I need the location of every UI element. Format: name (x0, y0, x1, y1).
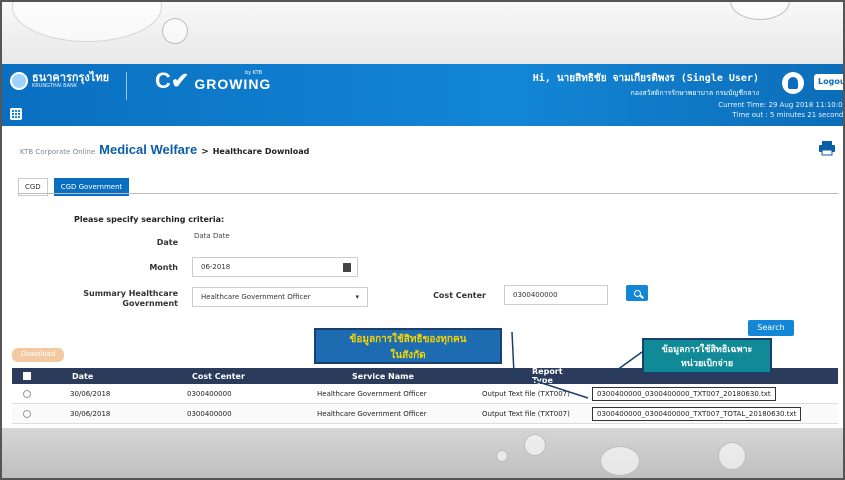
annotation-unit-only: ข้อมูลการใช้สิทธิเฉพาะ หน่วยเบิกจ่าย (642, 338, 772, 374)
select-all-checkbox[interactable] (23, 372, 31, 380)
screenshot-frame: ธนาคารกรุงไทย KRUNGTHAI BANK C✔ GROWING … (0, 0, 845, 480)
bubble-decoration (524, 434, 546, 456)
top-decorative-band (2, 2, 843, 64)
row-radio[interactable] (23, 409, 31, 418)
cell-report-type: Output Text file (TXT007) (482, 409, 570, 418)
breadcrumb: KTB Corporate Online Medical Welfare > H… (20, 142, 309, 157)
user-greeting: Hi, นายสิทธิชัย จามเกียรติพงร (Single Us… (532, 73, 759, 84)
avatar[interactable] (782, 72, 804, 94)
month-picker[interactable]: 06-2018 (192, 257, 358, 277)
bank-name: ธนาคารกรุงไทย (32, 72, 110, 84)
download-button[interactable]: Download (12, 348, 64, 362)
calendar-icon[interactable] (343, 263, 351, 272)
growing-mark-icon: C✔ (155, 68, 190, 93)
summary-select[interactable]: Healthcare Government Officer ▾ (192, 287, 368, 307)
cell-cost-center: 0300400000 (187, 389, 232, 398)
logout-button[interactable]: Logout (814, 74, 843, 90)
annotation-unit-only-line2: หน่วยเบิกจ่าย (680, 359, 734, 369)
table-row[interactable]: 30/06/2018 0300400000 Healthcare Governm… (12, 384, 838, 404)
cell-service: Healthcare Government Officer (317, 389, 427, 398)
time-out: Time out : 5 minutes 21 seconds (732, 111, 845, 119)
search-button[interactable]: Search (748, 320, 794, 336)
current-time: Current Time: 29 Aug 2018 11:10:03 (718, 101, 845, 109)
col-report-type: Report Type (532, 367, 563, 385)
bank-logo-icon (10, 72, 28, 90)
cell-service: Healthcare Government Officer (317, 409, 427, 418)
date-value: Data Date (194, 232, 230, 240)
month-label: Month (149, 263, 178, 272)
row-radio[interactable] (23, 389, 31, 398)
results-table: Date Cost Center Service Name Report Typ… (12, 367, 838, 424)
app-header: ธนาคารกรุงไทย KRUNGTHAI BANK C✔ GROWING … (2, 64, 845, 126)
breadcrumb-home[interactable]: KTB Corporate Online (20, 148, 95, 156)
cost-center-label: Cost Center (433, 291, 486, 300)
summary-label-line2: Government (122, 299, 178, 308)
col-date: Date (72, 371, 94, 381)
session-time: Current Time: 29 Aug 2018 11:10:03 Time … (718, 100, 845, 120)
annotation-all-members: ข้อมูลการใช้สิทธิของทุกคน ในสังกัด (314, 328, 502, 364)
chevron-down-icon: ▾ (355, 293, 359, 301)
bottom-decorative-band (2, 428, 843, 478)
user-department: กองสวัสดิการรักษาพยาบาล กรมบัญชีกลาง (630, 89, 759, 97)
cost-center-input[interactable]: 0300400000 (504, 285, 608, 305)
print-icon[interactable] (818, 140, 836, 156)
bubble-decoration (718, 442, 746, 470)
col-cost-center: Cost Center (192, 371, 245, 381)
summary-label-line1: Summary Healthcare (83, 289, 178, 298)
file-link[interactable]: 0300400000_0300400000_TXT007_20180630.tx… (592, 386, 776, 401)
cell-date: 30/06/2018 (70, 389, 111, 398)
bubble-decoration (12, 2, 162, 42)
summary-value: Healthcare Government Officer (201, 293, 311, 301)
bank-logo[interactable]: ธนาคารกรุงไทย KRUNGTHAI BANK (10, 72, 109, 90)
date-label: Date (156, 238, 178, 247)
col-service-name: Service Name (352, 371, 414, 381)
bubble-decoration (600, 446, 640, 476)
header-divider (126, 72, 127, 100)
cost-center-value: 0300400000 (513, 291, 558, 299)
bank-sub: KRUNGTHAI BANK (32, 83, 78, 89)
growing-name: GROWING (194, 76, 272, 92)
table-row[interactable]: 30/06/2018 0300400000 Healthcare Governm… (12, 404, 838, 424)
cell-cost-center: 0300400000 (187, 409, 232, 418)
annotation-all-members-line1: ข้อมูลการใช้สิทธิของทุกคน (349, 334, 467, 345)
menu-grid-icon[interactable] (10, 108, 22, 120)
month-value: 06-2018 (201, 263, 231, 271)
user-info: Hi, นายสิทธิชัย จามเกียรติพงร (Single Us… (533, 71, 759, 99)
bubble-decoration (162, 18, 188, 44)
growing-by: by KTB (245, 70, 263, 76)
breadcrumb-separator: > (201, 147, 209, 157)
search-icon (633, 289, 641, 297)
annotation-all-members-line2: ในสังกัด (390, 350, 426, 361)
user-icon (788, 77, 798, 89)
summary-label: Summary Healthcare Government (82, 289, 178, 309)
search-icon-button[interactable] (626, 285, 648, 301)
growing-logo[interactable]: C✔ GROWING by KTB (155, 68, 272, 93)
cell-report-type: Output Text file (TXT007) (482, 389, 570, 398)
annotation-unit-only-line1: ข้อมูลการใช้สิทธิเฉพาะ (661, 345, 753, 355)
breadcrumb-page: Healthcare Download (212, 147, 310, 156)
tab-underline (18, 193, 838, 194)
bubble-decoration (496, 450, 508, 462)
criteria-title: Please specify searching criteria: (74, 215, 225, 224)
breadcrumb-section[interactable]: Medical Welfare (99, 142, 197, 157)
bubble-decoration (730, 2, 790, 20)
cell-date: 30/06/2018 (70, 409, 111, 418)
file-link[interactable]: 0300400000_0300400000_TXT007_TOTAL_20180… (592, 406, 802, 421)
